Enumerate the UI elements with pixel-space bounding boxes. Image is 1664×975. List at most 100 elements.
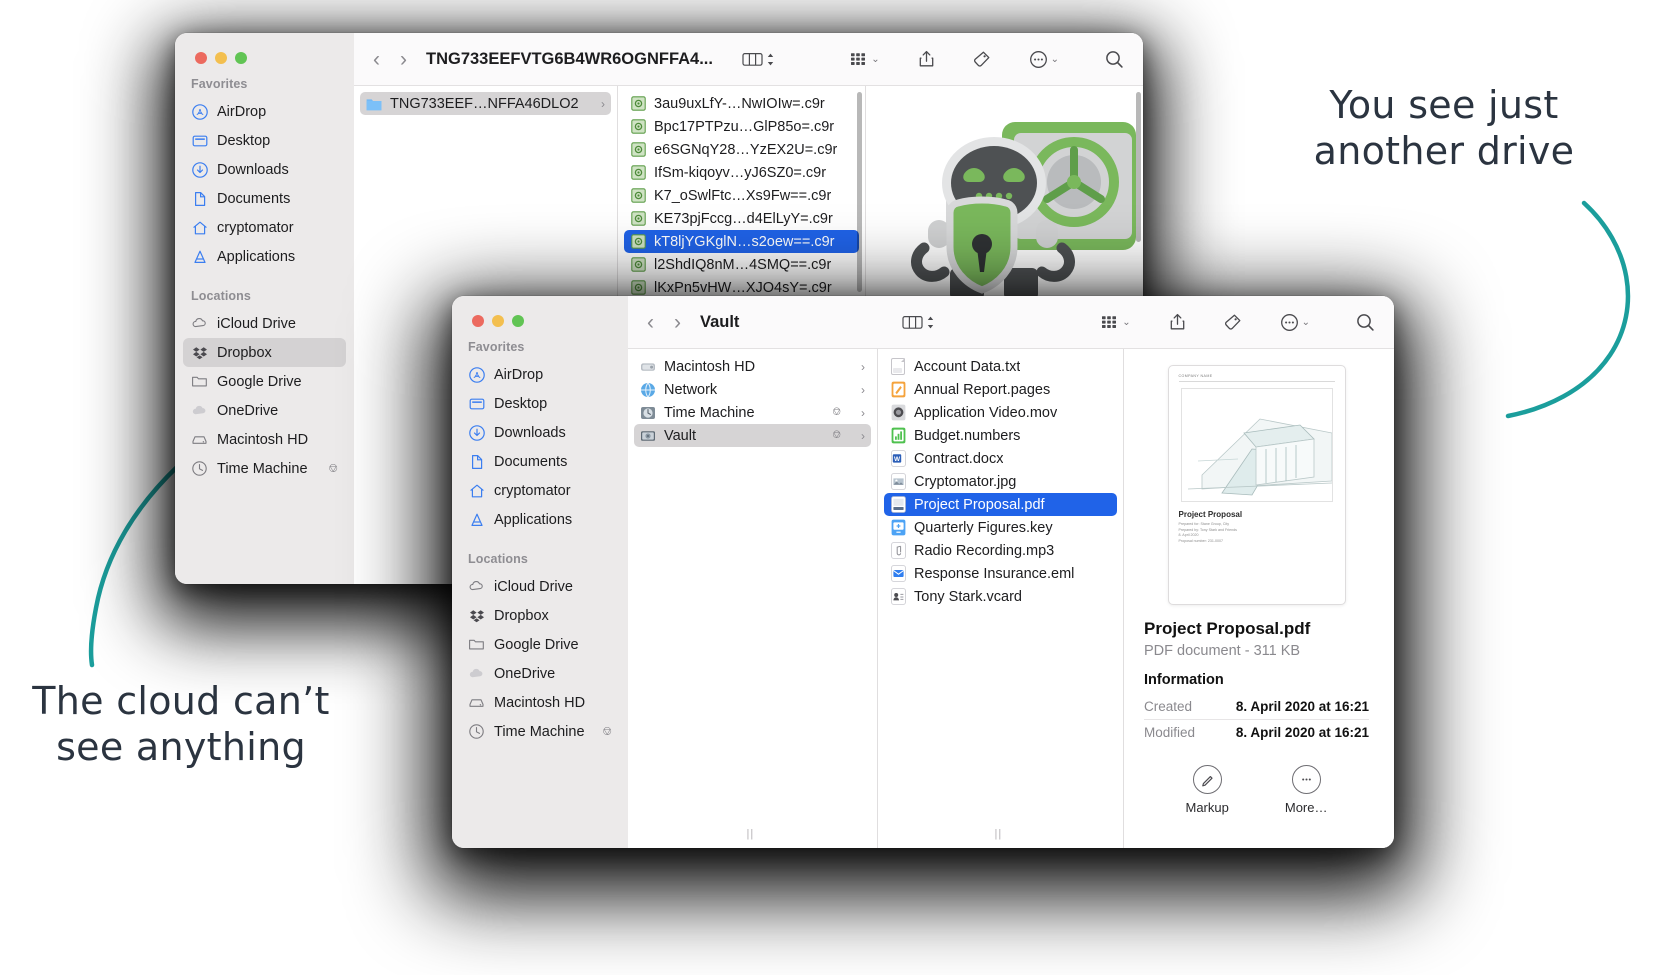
sidebar-item-desktop[interactable]: Desktop	[183, 126, 346, 155]
list-item[interactable]: Vault ⎊ ›	[634, 424, 871, 447]
preview-information-rows: Created 8. April 2020 at 16:21 Modified …	[1144, 694, 1369, 745]
zoom-button[interactable]	[512, 315, 524, 327]
sidebar-item-icloud-drive[interactable]: iCloud Drive	[183, 309, 346, 338]
share-button[interactable]	[1166, 313, 1189, 331]
cloud-icon	[191, 402, 208, 419]
search-icon	[1105, 50, 1124, 69]
sidebar-item-macintosh-hd[interactable]: Macintosh HD	[460, 688, 620, 717]
list-item[interactable]: W Contract.docx	[884, 447, 1117, 470]
sidebar-item-applications[interactable]: Applications	[183, 242, 346, 271]
list-item[interactable]: Network ›	[634, 378, 871, 401]
view-mode-button[interactable]	[739, 51, 778, 67]
scrollbar-thumb[interactable]	[1136, 92, 1141, 242]
list-item[interactable]: Account Data.txt	[884, 355, 1117, 378]
list-item[interactable]: KE73pjFccg…d4ElLyY=.c9r	[624, 207, 859, 230]
list-item[interactable]: l2ShdIQ8nM…4SMQ==.c9r	[624, 253, 859, 276]
close-button[interactable]	[195, 52, 207, 64]
sidebar-item-dropbox[interactable]: Dropbox	[460, 601, 620, 630]
front-column-one[interactable]: Macintosh HD › Network › Time Machine ⎊ …	[628, 349, 878, 848]
list-item-label: lKxPn5vHW…XJO4sY=.c9r	[654, 280, 832, 296]
front-window-traffic-lights[interactable]	[452, 296, 628, 329]
column-resize-grip[interactable]: ||	[995, 828, 1003, 840]
eject-icon[interactable]: ⎊	[832, 406, 841, 419]
sidebar-item-google-drive[interactable]: Google Drive	[460, 630, 620, 659]
markup-button[interactable]: Markup	[1186, 765, 1229, 815]
more-button[interactable]: More…	[1285, 765, 1328, 815]
back-sidebar-locations-title: Locations	[175, 289, 354, 309]
sidebar-item-icloud-drive[interactable]: iCloud Drive	[460, 572, 620, 601]
sidebar-item-documents[interactable]: Documents	[460, 447, 620, 476]
eject-icon[interactable]: ⎊	[832, 429, 841, 442]
arrange-button[interactable]: ⌄	[1097, 314, 1133, 330]
list-item[interactable]: K7_oSwlFtc…Xs9Fw==.c9r	[624, 184, 859, 207]
close-button[interactable]	[472, 315, 484, 327]
list-item[interactable]: Project Proposal.pdf	[884, 493, 1117, 516]
sidebar-item-airdrop[interactable]: AirDrop	[183, 97, 346, 126]
forward-button[interactable]: ›	[669, 312, 686, 333]
list-item[interactable]: 3au9uxLfY-…NwIOIw=.c9r	[624, 92, 859, 115]
tag-button[interactable]	[1221, 313, 1245, 331]
docx-file-icon: W	[890, 451, 906, 467]
eject-icon[interactable]: ⎊	[602, 724, 612, 739]
keynote-file-icon	[890, 520, 906, 536]
sidebar-item-airdrop[interactable]: AirDrop	[460, 360, 620, 389]
back-button[interactable]: ‹	[368, 49, 385, 70]
view-mode-button[interactable]	[899, 314, 938, 330]
sidebar-item-label: iCloud Drive	[494, 579, 573, 595]
list-item[interactable]: IfSm-kiqoyv…yJ6SZ0=.c9r	[624, 161, 859, 184]
list-item[interactable]: Tony Stark.vcard	[884, 585, 1117, 608]
more-icon	[1292, 765, 1321, 794]
sidebar-item-label: AirDrop	[217, 104, 266, 120]
sidebar-item-cryptomator-home[interactable]: cryptomator	[460, 476, 620, 505]
list-item[interactable]: Response Insurance.eml	[884, 562, 1117, 585]
sidebar-item-downloads[interactable]: Downloads	[183, 155, 346, 184]
sidebar-item-desktop[interactable]: Desktop	[460, 389, 620, 418]
search-button[interactable]	[1353, 313, 1378, 332]
list-item[interactable]: TNG733EEF…NFFA46DLO2 ›	[360, 92, 611, 115]
column-resize-grip[interactable]: ||	[747, 828, 755, 840]
minimize-button[interactable]	[215, 52, 227, 64]
sidebar-item-downloads[interactable]: Downloads	[460, 418, 620, 447]
tag-button[interactable]	[970, 50, 994, 68]
list-item[interactable]: Application Video.mov	[884, 401, 1117, 424]
sidebar-item-google-drive[interactable]: Google Drive	[183, 367, 346, 396]
back-window-traffic-lights[interactable]	[175, 33, 354, 66]
arrange-button[interactable]: ⌄	[846, 51, 882, 67]
sidebar-item-applications[interactable]: Applications	[460, 505, 620, 534]
more-actions-button[interactable]: ⌄	[1277, 313, 1313, 332]
forward-button[interactable]: ›	[395, 49, 412, 70]
sidebar-item-time-machine[interactable]: Time Machine ⎊	[183, 454, 346, 483]
sidebar-item-onedrive[interactable]: OneDrive	[460, 659, 620, 688]
sidebar-item-documents[interactable]: Documents	[183, 184, 346, 213]
scrollbar-thumb[interactable]	[857, 92, 862, 292]
zoom-button[interactable]	[235, 52, 247, 64]
list-item[interactable]: Annual Report.pages	[884, 378, 1117, 401]
sidebar-item-cryptomator-home[interactable]: cryptomator	[183, 213, 346, 242]
list-item[interactable]: Budget.numbers	[884, 424, 1117, 447]
sidebar-item-time-machine[interactable]: Time Machine ⎊	[460, 717, 620, 746]
search-button[interactable]	[1102, 50, 1127, 69]
sidebar-item-macintosh-hd[interactable]: Macintosh HD	[183, 425, 346, 454]
c9r-icon	[630, 257, 646, 273]
list-item[interactable]: kT8ljYGKglN…s2oew==.c9r	[624, 230, 859, 253]
back-nav-arrows[interactable]: ‹ ›	[368, 49, 412, 70]
pdf-thumbnail: COMPANY NAME	[1168, 365, 1346, 605]
list-item[interactable]: Quarterly Figures.key	[884, 516, 1117, 539]
desktop-icon	[468, 395, 485, 412]
list-item[interactable]: e6SGNqY28…YzEX2U=.c9r	[624, 138, 859, 161]
eject-icon[interactable]: ⎊	[328, 461, 338, 476]
list-item[interactable]: Cryptomator.jpg	[884, 470, 1117, 493]
share-button[interactable]	[915, 50, 938, 68]
front-column-two[interactable]: Account Data.txt Annual Report.pages App…	[878, 349, 1124, 848]
back-button[interactable]: ‹	[642, 312, 659, 333]
sidebar-item-dropbox[interactable]: Dropbox	[183, 338, 346, 367]
sidebar-item-onedrive[interactable]: OneDrive	[183, 396, 346, 425]
finder-window-vault[interactable]: Favorites AirDrop Desktop Downloads	[452, 296, 1394, 848]
more-actions-button[interactable]: ⌄	[1026, 50, 1062, 69]
list-item[interactable]: Time Machine ⎊ ›	[634, 401, 871, 424]
list-item[interactable]: Bpc17PTPzu…GlP85o=.c9r	[624, 115, 859, 138]
list-item[interactable]: Macintosh HD ›	[634, 355, 871, 378]
minimize-button[interactable]	[492, 315, 504, 327]
front-nav-arrows[interactable]: ‹ ›	[642, 312, 686, 333]
list-item[interactable]: Radio Recording.mp3	[884, 539, 1117, 562]
